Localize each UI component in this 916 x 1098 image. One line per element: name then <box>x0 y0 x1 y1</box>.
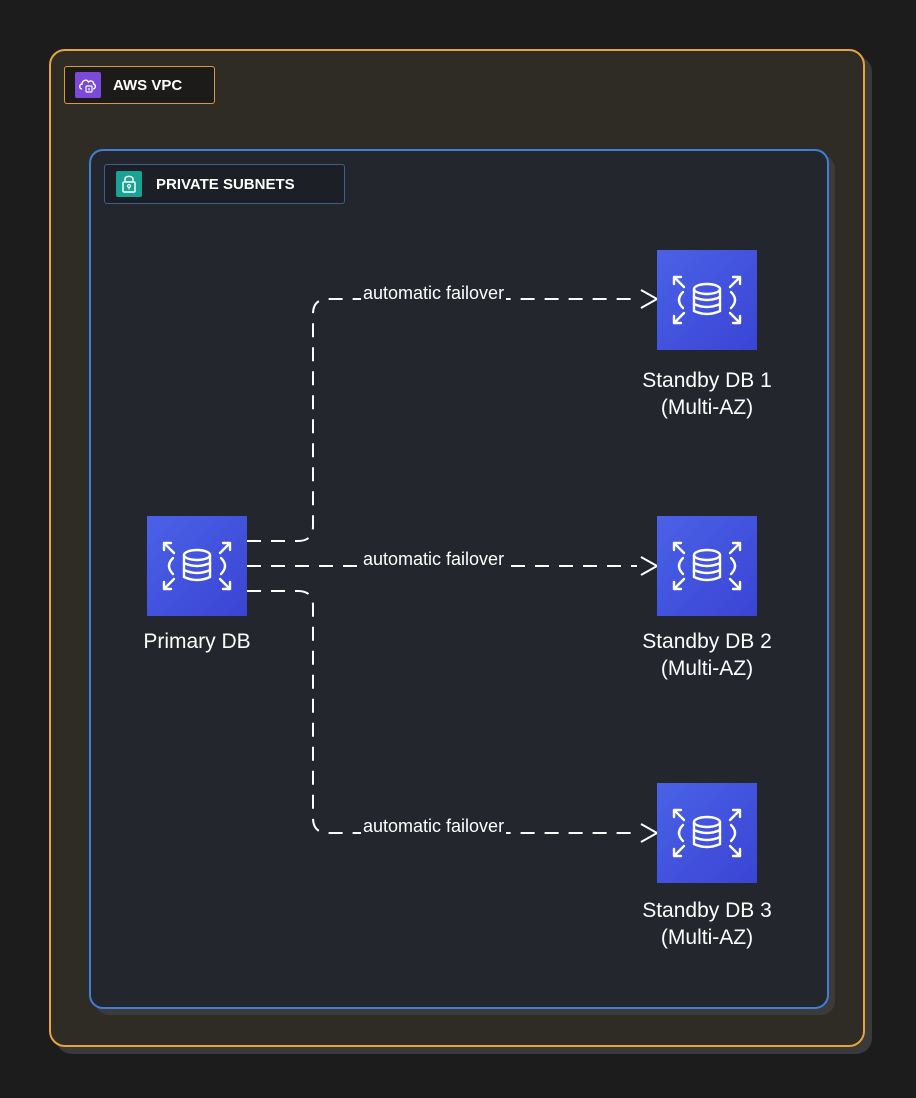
standby-db-3-az: (Multi-AZ) <box>660 926 754 949</box>
standby-db-2-az: (Multi-AZ) <box>660 657 754 680</box>
edge-primary-standby3 <box>247 590 637 834</box>
arrowhead-standby3 <box>640 823 660 843</box>
primary-db-icon[interactable] <box>147 516 247 616</box>
edge-label-standby3: automatic failover <box>361 815 507 837</box>
standby-db-2-label: Standby DB 2 (Multi-AZ) <box>607 628 807 682</box>
rds-database-icon <box>162 541 232 591</box>
rds-database-icon <box>672 275 742 325</box>
standby-db-2-icon[interactable] <box>657 516 757 616</box>
standby-db-3-label: Standby DB 3 (Multi-AZ) <box>607 897 807 951</box>
primary-db-label: Primary DB <box>143 630 251 653</box>
standby-db-1-az: (Multi-AZ) <box>660 396 754 419</box>
arrowhead-standby2 <box>640 556 660 576</box>
edge-primary-standby1 <box>247 298 637 542</box>
standby-db-1-label: Standby DB 1 (Multi-AZ) <box>607 367 807 421</box>
standby-db-3-icon[interactable] <box>657 783 757 883</box>
standby-db-1-icon[interactable] <box>657 250 757 350</box>
standby-db-3-name: Standby DB 3 <box>642 899 772 922</box>
edge-label-standby1: automatic failover <box>361 282 507 304</box>
standby-db-2-name: Standby DB 2 <box>642 630 772 653</box>
rds-database-icon <box>672 808 742 858</box>
edge-label-standby2: automatic failover <box>361 548 507 570</box>
standby-db-1-name: Standby DB 1 <box>642 369 772 392</box>
rds-database-icon <box>672 541 742 591</box>
arrowhead-standby1 <box>640 289 660 309</box>
